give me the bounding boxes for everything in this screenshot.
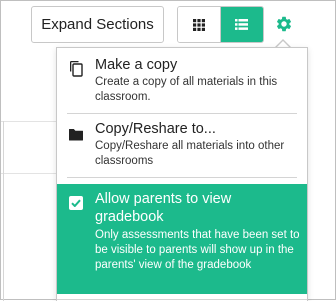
menu-divider [67,113,297,114]
gear-icon [276,16,292,32]
menu-item-description: Copy/Reshare all materials into other cl… [95,140,285,167]
background-divider [1,173,61,174]
menu-divider [67,177,297,178]
menu-item-description: Only assessments that have been set to b… [95,229,300,271]
menu-item-allow-parents-gradebook[interactable]: Allow parents to view gradebook Only ass… [57,184,307,294]
background-border [3,121,4,301]
menu-item-title: Allow parents to view gradebook [95,191,232,225]
menu-item-title: Make a copy [95,57,178,73]
checkbox-checked-icon[interactable] [69,196,83,210]
list-view-button[interactable] [220,7,263,42]
grid-view-button[interactable] [178,7,221,42]
checkbox-wrap [57,190,95,294]
app-frame: Expand Sections Make a copy Create a cop… [0,0,336,301]
background-divider [1,121,61,122]
settings-dropdown-menu: Make a copy Create a copy of all materia… [56,47,308,301]
expand-sections-button[interactable]: Expand Sections [31,6,164,43]
menu-item-copy-reshare[interactable]: Copy/Reshare to... Copy/Reshare all mate… [57,120,307,178]
view-toggle [177,6,264,43]
folder-icon [69,129,83,141]
settings-button[interactable] [273,13,295,35]
copy-icon [70,61,83,77]
menu-item-make-copy[interactable]: Make a copy Create a copy of all materia… [57,56,307,112]
grid-icon [192,18,205,31]
menu-item-title: Copy/Reshare to... [95,121,216,137]
folder-icon-wrap [57,120,95,178]
copy-icon-wrap [57,56,95,112]
list-icon [235,19,249,30]
menu-item-description: Create a copy of all materials in this c… [95,76,278,103]
